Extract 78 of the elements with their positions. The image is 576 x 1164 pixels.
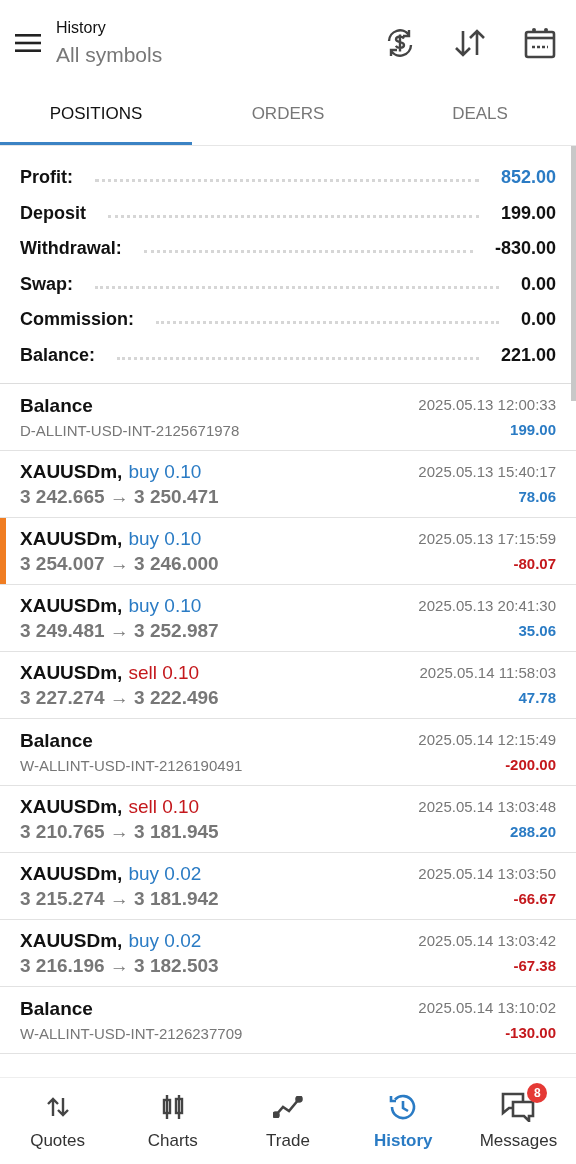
row-title: Balance (20, 730, 93, 752)
unread-badge: 8 (527, 1083, 548, 1103)
summary-value: -830.00 (494, 238, 556, 260)
summary-value: 221.00 (500, 344, 556, 366)
row-detail: 3 242.665 → 3 250.471 (20, 485, 219, 508)
row-time: 2025.05.14 11:58:03 (419, 664, 556, 681)
row-title: XAUUSDm, (20, 594, 123, 617)
sort-icon[interactable] (454, 28, 486, 58)
summary-value: 199.00 (500, 202, 556, 224)
row-time: 2025.05.14 12:15:49 (418, 731, 556, 748)
row-detail: W-ALLINT-USD-INT-2126237709 (20, 1025, 243, 1042)
menu-icon[interactable] (15, 34, 41, 52)
row-amount: 288.20 (509, 823, 556, 840)
row-title: Balance (20, 395, 93, 417)
summary-label: Deposit (20, 202, 86, 224)
row-amount: 35.06 (517, 622, 556, 639)
row-title: XAUUSDm, (20, 929, 123, 952)
row-time: 2025.05.14 13:10:02 (418, 999, 556, 1016)
row-time: 2025.05.13 12:00:33 (418, 396, 556, 413)
summary-value: 852.00 (500, 167, 556, 189)
screen-title: History (56, 19, 107, 37)
summary-label: Swap: (20, 273, 73, 295)
history-row[interactable]: XAUUSDm, buy 0.10 3 254.007 → 3 246.000 2025.05.13 17:15:59 -80.07 (0, 518, 576, 585)
row-time: 2025.05.14 13:03:42 (418, 932, 556, 949)
trade-side: buy 0.02 (128, 862, 202, 885)
row-amount: -67.38 (512, 957, 556, 974)
row-amount: -80.07 (512, 555, 556, 572)
row-detail: 3 249.481 → 3 252.987 (20, 619, 219, 642)
row-detail: 3 210.765 → 3 181.945 (20, 820, 219, 843)
trade-side: buy 0.02 (128, 929, 202, 952)
row-detail: 3 254.007 → 3 246.000 (20, 552, 219, 575)
history-row[interactable]: XAUUSDm, buy 0.02 3 215.274 → 3 181.942 2025.05.14 13:03:50 -66.67 (0, 853, 576, 920)
row-time: 2025.05.13 20:41:30 (418, 597, 556, 614)
row-detail: W-ALLINT-USD-INT-2126190491 (20, 757, 243, 774)
row-detail: 3 215.274 → 3 181.942 (20, 887, 219, 910)
symbol-filter[interactable]: All symbols (56, 43, 384, 67)
row-detail: 3 227.274 → 3 222.496 (20, 686, 219, 709)
row-title: XAUUSDm, (20, 460, 123, 483)
trade-side: sell 0.10 (128, 661, 200, 684)
row-time: 2025.05.14 13:03:50 (418, 865, 556, 882)
summary-label: Commission: (20, 309, 134, 331)
up-down-arrows-icon (45, 1096, 70, 1118)
row-detail: D-ALLINT-USD-INT-2125671978 (20, 422, 240, 439)
summary-label: Profit: (20, 167, 73, 189)
row-amount: -66.67 (512, 890, 556, 907)
history-row[interactable]: XAUUSDm, buy 0.10 3 242.665 → 3 250.471 2025.05.13 15:40:17 78.06 (0, 451, 576, 518)
row-time: 2025.05.13 15:40:17 (418, 463, 556, 480)
row-detail: 3 216.196 → 3 182.503 (20, 954, 219, 977)
row-title: XAUUSDm, (20, 661, 123, 684)
trade-side: buy 0.10 (128, 460, 202, 483)
row-title: XAUUSDm, (20, 527, 123, 550)
history-row[interactable]: Balance W-ALLINT-USD-INT-2126237709 2025.05.14 13:10:02 -130.00 (0, 987, 576, 1054)
trade-side: buy 0.10 (128, 527, 202, 550)
summary-label: Balance: (20, 344, 96, 366)
row-time: 2025.05.14 13:03:48 (418, 798, 556, 815)
row-amount: 47.78 (517, 689, 556, 706)
row-amount: -200.00 (504, 756, 556, 773)
history-row[interactable]: XAUUSDm, sell 0.10 3 227.274 → 3 222.496 2025.05.14 11:58:03 47.78 (0, 652, 576, 719)
summary-value: 0.00 (520, 309, 556, 331)
row-title: XAUUSDm, (20, 795, 123, 818)
row-amount: 78.06 (517, 488, 556, 505)
row-title: Balance (20, 998, 93, 1020)
chat-icon (501, 1092, 536, 1122)
history-row[interactable]: XAUUSDm, buy 0.10 3 249.481 → 3 252.987 2025.05.13 20:41:30 35.06 (0, 585, 576, 652)
summary-value: 0.00 (520, 273, 556, 295)
history-row[interactable]: XAUUSDm, buy 0.02 3 216.196 → 3 182.503 2025.05.14 13:03:42 -67.38 (0, 920, 576, 987)
calendar-icon[interactable] (524, 27, 556, 59)
row-amount: 199.00 (509, 421, 556, 438)
row-amount: -130.00 (504, 1024, 556, 1041)
history-row[interactable]: Balance W-ALLINT-USD-INT-2126190491 2025.05.14 12:15:49 -200.00 (0, 719, 576, 786)
trade-side: buy 0.10 (128, 594, 202, 617)
trade-side: sell 0.10 (128, 795, 200, 818)
row-title: XAUUSDm, (20, 862, 123, 885)
history-row[interactable]: XAUUSDm, sell 0.10 3 210.765 → 3 181.945 2025.05.14 13:03:48 288.20 (0, 786, 576, 853)
candlestick-icon (160, 1094, 185, 1120)
line-chart-icon (273, 1096, 303, 1118)
row-time: 2025.05.13 17:15:59 (418, 530, 556, 547)
summary-label: Withdrawal: (20, 238, 122, 260)
